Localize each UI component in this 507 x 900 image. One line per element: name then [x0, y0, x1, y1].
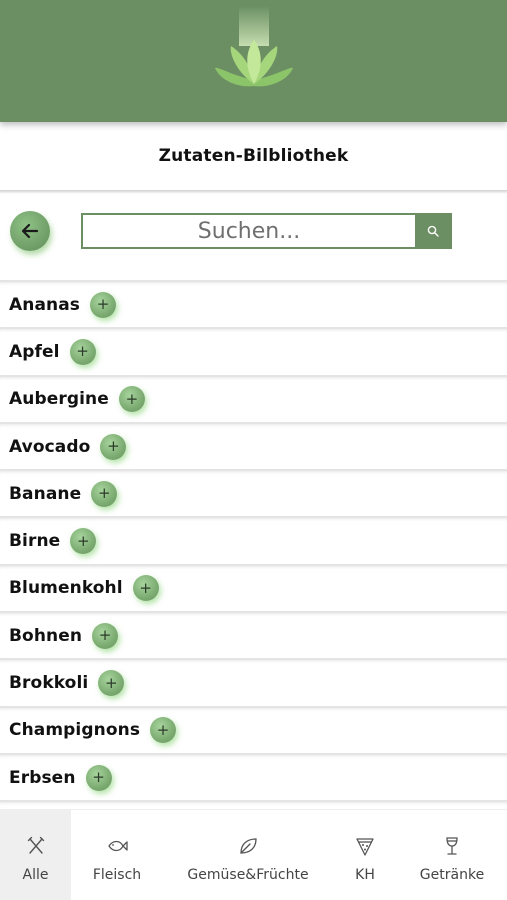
add-ingredient-button[interactable]: +	[98, 670, 125, 697]
list-item: Apfel +	[0, 327, 507, 374]
nav-label: Getränke	[419, 866, 485, 883]
nav-label: Alle	[22, 866, 49, 883]
bottom-navigation: Alle Fleisch Gemüse&Früchte KH Getränke	[0, 809, 507, 900]
plus-icon: +	[156, 720, 170, 739]
page-title: Zutaten-Bilbliothek	[158, 146, 349, 166]
ingredient-label: Bohnen	[9, 625, 83, 646]
back-button[interactable]	[10, 211, 50, 251]
ingredient-label: Blumenkohl	[9, 578, 123, 599]
add-ingredient-button[interactable]: +	[100, 433, 127, 460]
lotus-logo-icon	[215, 6, 293, 87]
list-item-partial	[0, 800, 507, 808]
ingredient-label: Avocado	[9, 436, 91, 457]
plus-icon: +	[92, 768, 105, 787]
ingredient-label: Apfel	[9, 341, 60, 362]
ingredient-label: Birne	[9, 531, 61, 552]
add-ingredient-button[interactable]: +	[70, 528, 97, 555]
nav-label: Gemüse&Früchte	[187, 866, 309, 883]
plus-icon: +	[76, 342, 89, 361]
list-item: Avocado +	[0, 421, 507, 469]
ingredient-label: Banane	[9, 483, 82, 504]
ingredient-label: Brokkoli	[9, 673, 89, 694]
ingredient-label: Aubergine	[9, 389, 109, 410]
add-ingredient-button[interactable]: +	[118, 386, 145, 413]
ingredient-label: Champignons	[9, 720, 141, 741]
list-item: Banane +	[0, 469, 507, 516]
add-ingredient-button[interactable]: +	[91, 480, 118, 507]
list-item: Bohnen +	[0, 611, 507, 658]
nav-tab-fleisch[interactable]: Fleisch	[79, 810, 155, 900]
add-ingredient-button[interactable]: +	[92, 622, 119, 649]
list-item: Erbsen +	[0, 752, 507, 800]
plus-icon: +	[105, 673, 118, 692]
list-item: Birne +	[0, 516, 507, 563]
app-header	[0, 0, 507, 122]
search-button[interactable]	[415, 215, 450, 247]
plus-icon: +	[97, 484, 111, 503]
plus-icon: +	[139, 578, 152, 597]
cutlery-icon	[27, 836, 44, 854]
nav-tab-kh[interactable]: KH	[340, 810, 390, 900]
add-ingredient-button[interactable]: +	[85, 764, 112, 791]
leaf-icon	[240, 837, 257, 854]
fish-icon	[108, 840, 128, 851]
nav-label: Fleisch	[92, 866, 142, 883]
search-bar	[81, 213, 452, 249]
plus-icon: +	[77, 531, 90, 550]
ingredient-label: Erbsen	[9, 767, 76, 788]
add-ingredient-button[interactable]: +	[69, 338, 96, 365]
search-icon	[427, 225, 439, 237]
list-item: Champignons +	[0, 705, 507, 753]
ingredient-label: Ananas	[9, 294, 81, 315]
ingredient-list: Ananas + Apfel + Aubergine + Avocado + B…	[0, 280, 507, 808]
pizza-icon	[356, 837, 374, 856]
nav-tab-gemuese-fruechte[interactable]: Gemüse&Früchte	[178, 810, 318, 900]
list-item: Ananas +	[0, 280, 507, 327]
arrow-left-icon	[21, 223, 39, 239]
nav-label: KH	[355, 866, 375, 883]
plus-icon: +	[98, 626, 112, 645]
plus-icon: +	[125, 389, 139, 408]
plus-icon: +	[96, 295, 110, 314]
list-item: Blumenkohl +	[0, 563, 507, 611]
nav-tab-getraenke[interactable]: Getränke	[412, 810, 492, 900]
title-divider	[0, 190, 507, 194]
nav-tab-alle[interactable]: Alle	[0, 810, 71, 900]
list-item: Aubergine +	[0, 374, 507, 422]
list-item: Brokkoli +	[0, 658, 507, 705]
wine-glass-icon	[446, 836, 458, 855]
add-ingredient-button[interactable]: +	[150, 717, 177, 744]
search-input[interactable]	[83, 215, 415, 247]
add-ingredient-button[interactable]: +	[132, 575, 159, 602]
plus-icon: +	[107, 437, 120, 456]
add-ingredient-button[interactable]: +	[90, 291, 117, 318]
